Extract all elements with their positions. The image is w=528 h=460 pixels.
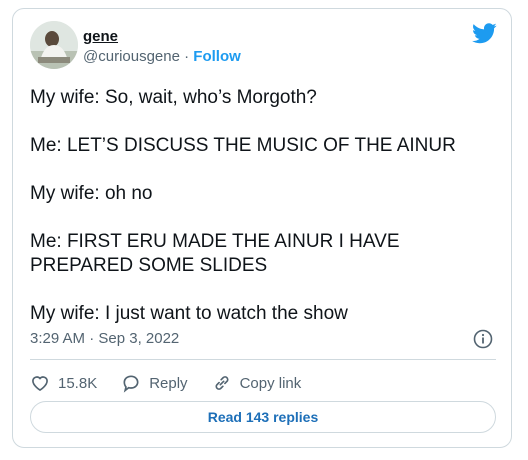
tweet-line: Me: LET’S DISCUSS THE MUSIC OF THE AINUR <box>30 135 456 156</box>
reply-button[interactable]: Reply <box>121 373 188 393</box>
tweet-line: Me: FIRST ERU MADE THE AINUR I HAVE PREP… <box>30 231 400 276</box>
author-handle-line: @curiousgene · Follow <box>83 48 241 65</box>
heart-icon <box>32 376 48 392</box>
tweet-line: My wife: I just want to watch the show <box>30 303 348 324</box>
copy-link-label: Copy link <box>239 374 302 392</box>
info-icon[interactable] <box>473 329 493 349</box>
reply-icon <box>123 375 139 393</box>
tweet-card: gene @curiousgene · Follow My wife: So, … <box>12 8 512 448</box>
author-handle[interactable]: @curiousgene <box>83 48 180 65</box>
link-icon <box>215 376 229 390</box>
tweet-line: My wife: So, wait, who’s Morgoth? <box>30 87 317 108</box>
tweet-text: My wife: So, wait, who’s Morgoth? Me: LE… <box>30 86 500 326</box>
action-bar: 15.8K Reply Copy link <box>30 371 325 395</box>
avatar[interactable] <box>30 21 78 69</box>
reply-label: Reply <box>149 374 188 392</box>
twitter-bird-icon[interactable] <box>472 23 497 44</box>
author-name[interactable]: gene <box>83 28 118 45</box>
divider <box>30 359 496 360</box>
like-count: 15.8K <box>58 374 98 392</box>
copy-link-button[interactable]: Copy link <box>212 373 302 393</box>
read-replies-button[interactable]: Read 143 replies <box>30 401 496 433</box>
separator-dot: · <box>184 48 190 65</box>
like-button[interactable]: 15.8K <box>30 373 97 393</box>
tweet-timestamp[interactable]: 3:29 AM · Sep 3, 2022 <box>30 330 179 347</box>
tweet-line: My wife: oh no <box>30 183 153 204</box>
follow-button[interactable]: Follow <box>193 48 241 65</box>
